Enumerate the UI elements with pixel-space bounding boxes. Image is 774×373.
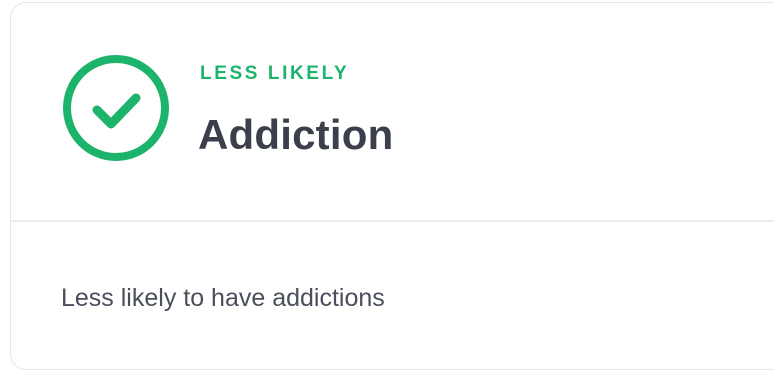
check-circle-icon [63, 55, 169, 161]
card-body: Less likely to have addictions [11, 222, 774, 369]
trait-title: Addiction [198, 111, 394, 158]
status-label: LESS LIKELY [200, 63, 350, 84]
trait-card: LESS LIKELY Addiction Less likely to hav… [10, 2, 774, 370]
card-header: LESS LIKELY Addiction [11, 3, 774, 222]
trait-description: Less likely to have addictions [61, 284, 385, 312]
